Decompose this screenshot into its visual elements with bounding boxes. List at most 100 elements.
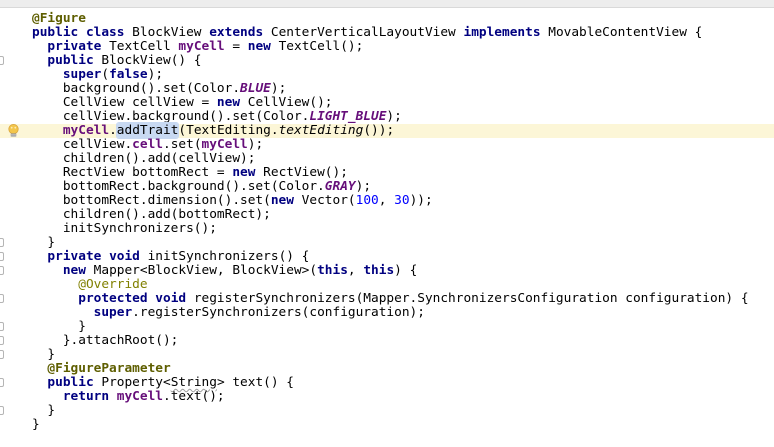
fold-marker-icon[interactable] <box>0 294 4 303</box>
code-token: Mapper<BlockView, BlockView>( <box>93 263 318 278</box>
code-token: } <box>32 403 56 418</box>
code-token: addTrait <box>116 123 179 138</box>
code-token: new <box>62 263 94 278</box>
code-token: registerSynchronizers(Mapper.Synchronize… <box>193 291 749 306</box>
code-line[interactable]: } <box>0 320 774 334</box>
code-token: public <box>32 25 86 40</box>
fold-marker-icon[interactable] <box>0 378 4 387</box>
code-token: children().add(bottomRect); <box>32 207 271 222</box>
code-token: bottomRect.dimension().set( <box>32 193 271 208</box>
code-token: initSynchronizers(); <box>32 221 217 236</box>
code-token: ) { <box>394 263 418 278</box>
code-token: > text() { <box>216 375 294 390</box>
code-token: myCell <box>178 39 225 54</box>
code-token: class <box>85 25 133 40</box>
code-token: private <box>47 39 110 54</box>
code-token: RectView bottomRect = <box>32 165 233 180</box>
code-line[interactable]: initSynchronizers(); <box>0 222 774 236</box>
code-token: BLUE <box>240 81 271 96</box>
fold-marker-icon[interactable] <box>0 56 4 65</box>
code-token: initSynchronizers() { <box>147 249 310 264</box>
intention-lightbulb-icon[interactable] <box>7 124 20 138</box>
fold-marker-icon[interactable] <box>0 266 4 275</box>
fold-marker-icon[interactable] <box>0 336 4 345</box>
code-token: public <box>47 53 102 68</box>
code-line[interactable]: bottomRect.background().set(Color.GRAY); <box>0 180 774 194</box>
code-line[interactable]: public Property<String> text() { <box>0 376 774 390</box>
code-line[interactable]: myCell.addTrait(TextEditing.textEditing(… <box>0 123 774 138</box>
code-token: bottomRect.background().set(Color. <box>32 179 325 194</box>
code-line[interactable]: RectView bottomRect = new RectView(); <box>0 166 774 180</box>
code-line[interactable]: new Mapper<BlockView, BlockView>(this, t… <box>0 264 774 278</box>
code-line[interactable]: cellView.cell.set(myCell); <box>0 138 774 152</box>
code-token: , <box>378 193 395 208</box>
code-editor-pane[interactable]: @Figure public class BlockView extends Ce… <box>0 12 774 432</box>
code-token: }.attachRoot(); <box>32 333 179 348</box>
code-token: children().add(cellView); <box>32 151 256 166</box>
code-token: textEditing <box>278 123 364 138</box>
code-line[interactable]: public class BlockView extends CenterVer… <box>0 26 774 40</box>
code-token: } <box>32 417 40 432</box>
fold-marker-icon[interactable] <box>0 322 4 331</box>
code-line[interactable]: public BlockView() { <box>0 54 774 68</box>
code-token: .registerSynchronizers(configuration); <box>132 305 425 320</box>
code-token: (TextEditing. <box>178 123 279 138</box>
fold-marker-icon[interactable] <box>0 252 4 261</box>
code-line[interactable]: super(false); <box>0 68 774 82</box>
code-line[interactable]: @Override <box>0 278 774 292</box>
code-line[interactable]: } <box>0 348 774 362</box>
code-token: private <box>47 249 110 264</box>
fold-marker-icon[interactable] <box>0 238 4 247</box>
fold-marker-icon[interactable] <box>0 350 4 359</box>
code-token: return <box>62 389 117 404</box>
code-line[interactable]: super.registerSynchronizers(configuratio… <box>0 306 774 320</box>
code-line[interactable]: cellView.background().set(Color.LIGHT_BL… <box>0 110 774 124</box>
window-top-edge <box>0 0 774 8</box>
code-token: .set( <box>163 137 202 152</box>
code-line[interactable]: @FigureParameter <box>0 362 774 376</box>
code-token: String <box>170 375 217 390</box>
code-line[interactable]: children().add(bottomRect); <box>0 208 774 222</box>
code-line[interactable]: bottomRect.dimension().set(new Vector(10… <box>0 194 774 208</box>
code-token: this <box>363 263 395 278</box>
code-line[interactable]: } <box>0 418 774 432</box>
code-line[interactable]: }.attachRoot(); <box>0 334 774 348</box>
code-token: ( <box>101 67 110 82</box>
code-token: implements <box>463 25 549 40</box>
code-token: this <box>317 263 348 278</box>
code-line[interactable]: protected void registerSynchronizers(Map… <box>0 292 774 306</box>
code-line[interactable]: private void initSynchronizers() { <box>0 250 774 264</box>
code-token: super <box>93 305 133 320</box>
code-token: ); <box>147 67 164 82</box>
code-token: , <box>347 263 364 278</box>
code-token: } <box>32 235 56 250</box>
code-line[interactable]: @Figure <box>0 12 774 26</box>
fold-marker-icon[interactable] <box>0 406 4 415</box>
code-token: cellView.background().set(Color. <box>32 109 310 124</box>
code-token: TextCell <box>109 39 179 54</box>
code-token: void <box>109 249 148 264</box>
code-line[interactable]: } <box>0 236 774 250</box>
code-line[interactable]: CellView cellView = new CellView(); <box>0 96 774 110</box>
code-line[interactable]: private TextCell myCell = new TextCell()… <box>0 40 774 54</box>
code-token: TextCell(); <box>278 39 364 54</box>
ide-window: { "editor": { "language": "java", "caret… <box>0 0 774 447</box>
code-token: 100 <box>355 193 379 208</box>
code-line[interactable]: } <box>0 404 774 418</box>
code-token: ); <box>270 81 287 96</box>
code-token: CellView(); <box>247 95 333 110</box>
code-token: . <box>109 123 117 138</box>
code-token: public <box>47 375 102 390</box>
code-line[interactable]: children().add(cellView); <box>0 152 774 166</box>
code-line[interactable]: return myCell.text(); <box>0 390 774 404</box>
code-token: new <box>270 193 302 208</box>
code-line[interactable]: background().set(Color.BLUE); <box>0 82 774 96</box>
